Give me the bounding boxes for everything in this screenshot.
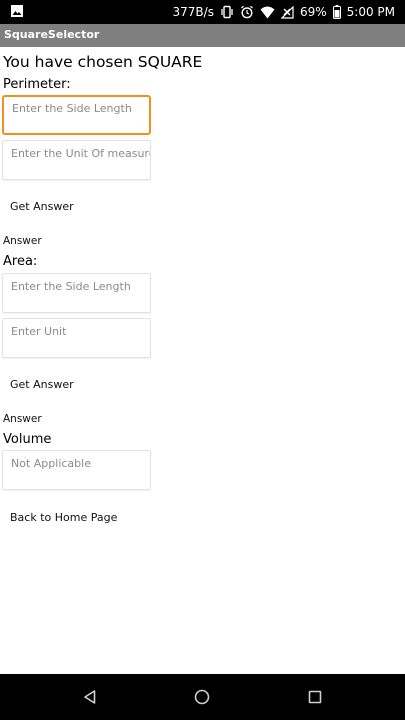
vibrate-icon — [220, 5, 234, 19]
perimeter-unit-field[interactable] — [2, 140, 151, 180]
area-side-input[interactable] — [3, 274, 150, 312]
perimeter-label: Perimeter: — [3, 77, 71, 92]
image-icon — [10, 4, 24, 18]
wifi-icon — [260, 6, 275, 19]
perimeter-unit-input[interactable] — [3, 141, 150, 179]
status-bar: 377B/s 69% 5:00 PM — [0, 0, 405, 24]
app-bar: SquareSelector — [0, 24, 405, 47]
perimeter-answer: Answer — [3, 235, 42, 247]
status-icons: 377B/s 69% 5:00 PM — [173, 0, 395, 24]
area-get-answer-button[interactable]: Get Answer — [2, 369, 122, 399]
battery-icon — [332, 5, 341, 19]
nav-recents-button[interactable] — [300, 683, 330, 711]
perimeter-side-field[interactable] — [2, 95, 151, 135]
area-answer: Answer — [3, 413, 42, 425]
recents-icon — [308, 690, 322, 704]
perimeter-get-answer-button[interactable]: Get Answer — [2, 191, 122, 221]
no-signal-icon — [280, 5, 294, 19]
main-content: You have chosen SQUARE Perimeter: Get An… — [0, 47, 405, 674]
clock: 5:00 PM — [346, 5, 395, 19]
perimeter-side-input[interactable] — [4, 97, 149, 134]
battery-percent: 69% — [299, 5, 327, 19]
page-heading: You have chosen SQUARE — [3, 53, 203, 71]
app-title: SquareSelector — [4, 28, 100, 41]
home-icon — [194, 689, 210, 705]
area-label: Area: — [3, 254, 38, 269]
volume-input[interactable] — [3, 451, 150, 489]
area-side-field[interactable] — [2, 273, 151, 313]
volume-field[interactable] — [2, 450, 151, 490]
area-unit-field[interactable] — [2, 318, 151, 358]
nav-home-button[interactable] — [187, 683, 217, 711]
back-icon — [84, 690, 96, 704]
nav-back-button[interactable] — [75, 683, 105, 711]
volume-label: Volume — [3, 432, 52, 447]
navigation-bar — [0, 674, 405, 720]
area-unit-input[interactable] — [3, 319, 150, 357]
network-speed: 377B/s — [172, 5, 214, 19]
back-to-home-button[interactable]: Back to Home Page — [2, 502, 142, 532]
alarm-icon — [240, 5, 254, 19]
